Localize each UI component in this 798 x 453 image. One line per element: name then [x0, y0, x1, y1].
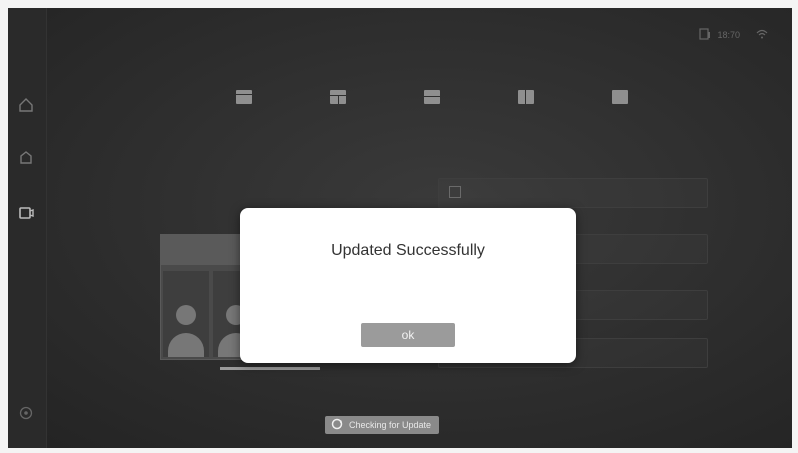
update-dialog: Updated Successfully ok [240, 208, 576, 363]
ok-button[interactable]: ok [361, 323, 455, 347]
wifi-icon [756, 28, 768, 42]
layout-1-icon[interactable] [236, 90, 252, 104]
source-panel[interactable] [438, 178, 708, 208]
source-icon [449, 186, 461, 198]
layout-4-icon[interactable] [518, 90, 534, 104]
check-update-button[interactable]: Checking for Update [325, 416, 440, 434]
status-bar: 18:70 [699, 28, 768, 42]
settings-icon[interactable] [17, 404, 35, 422]
layout-3-icon[interactable] [424, 90, 440, 104]
apps-icon[interactable] [17, 148, 35, 166]
device-icon [699, 28, 711, 42]
status-text: 18:70 [717, 30, 740, 40]
check-update-label: Checking for Update [349, 420, 432, 430]
refresh-icon [331, 418, 343, 432]
layout-2-icon[interactable] [330, 90, 346, 104]
tv-screen: 18:70 Checking for Update Updated Succes… [8, 8, 792, 448]
layout-selector [236, 90, 636, 110]
selection-indicator [220, 367, 320, 370]
screen-share-icon[interactable] [17, 204, 35, 222]
avatar [176, 305, 196, 325]
layout-5-icon[interactable] [612, 90, 628, 104]
dialog-title: Updated Successfully [331, 242, 485, 259]
home-icon[interactable] [17, 96, 35, 114]
sidebar [8, 8, 47, 448]
